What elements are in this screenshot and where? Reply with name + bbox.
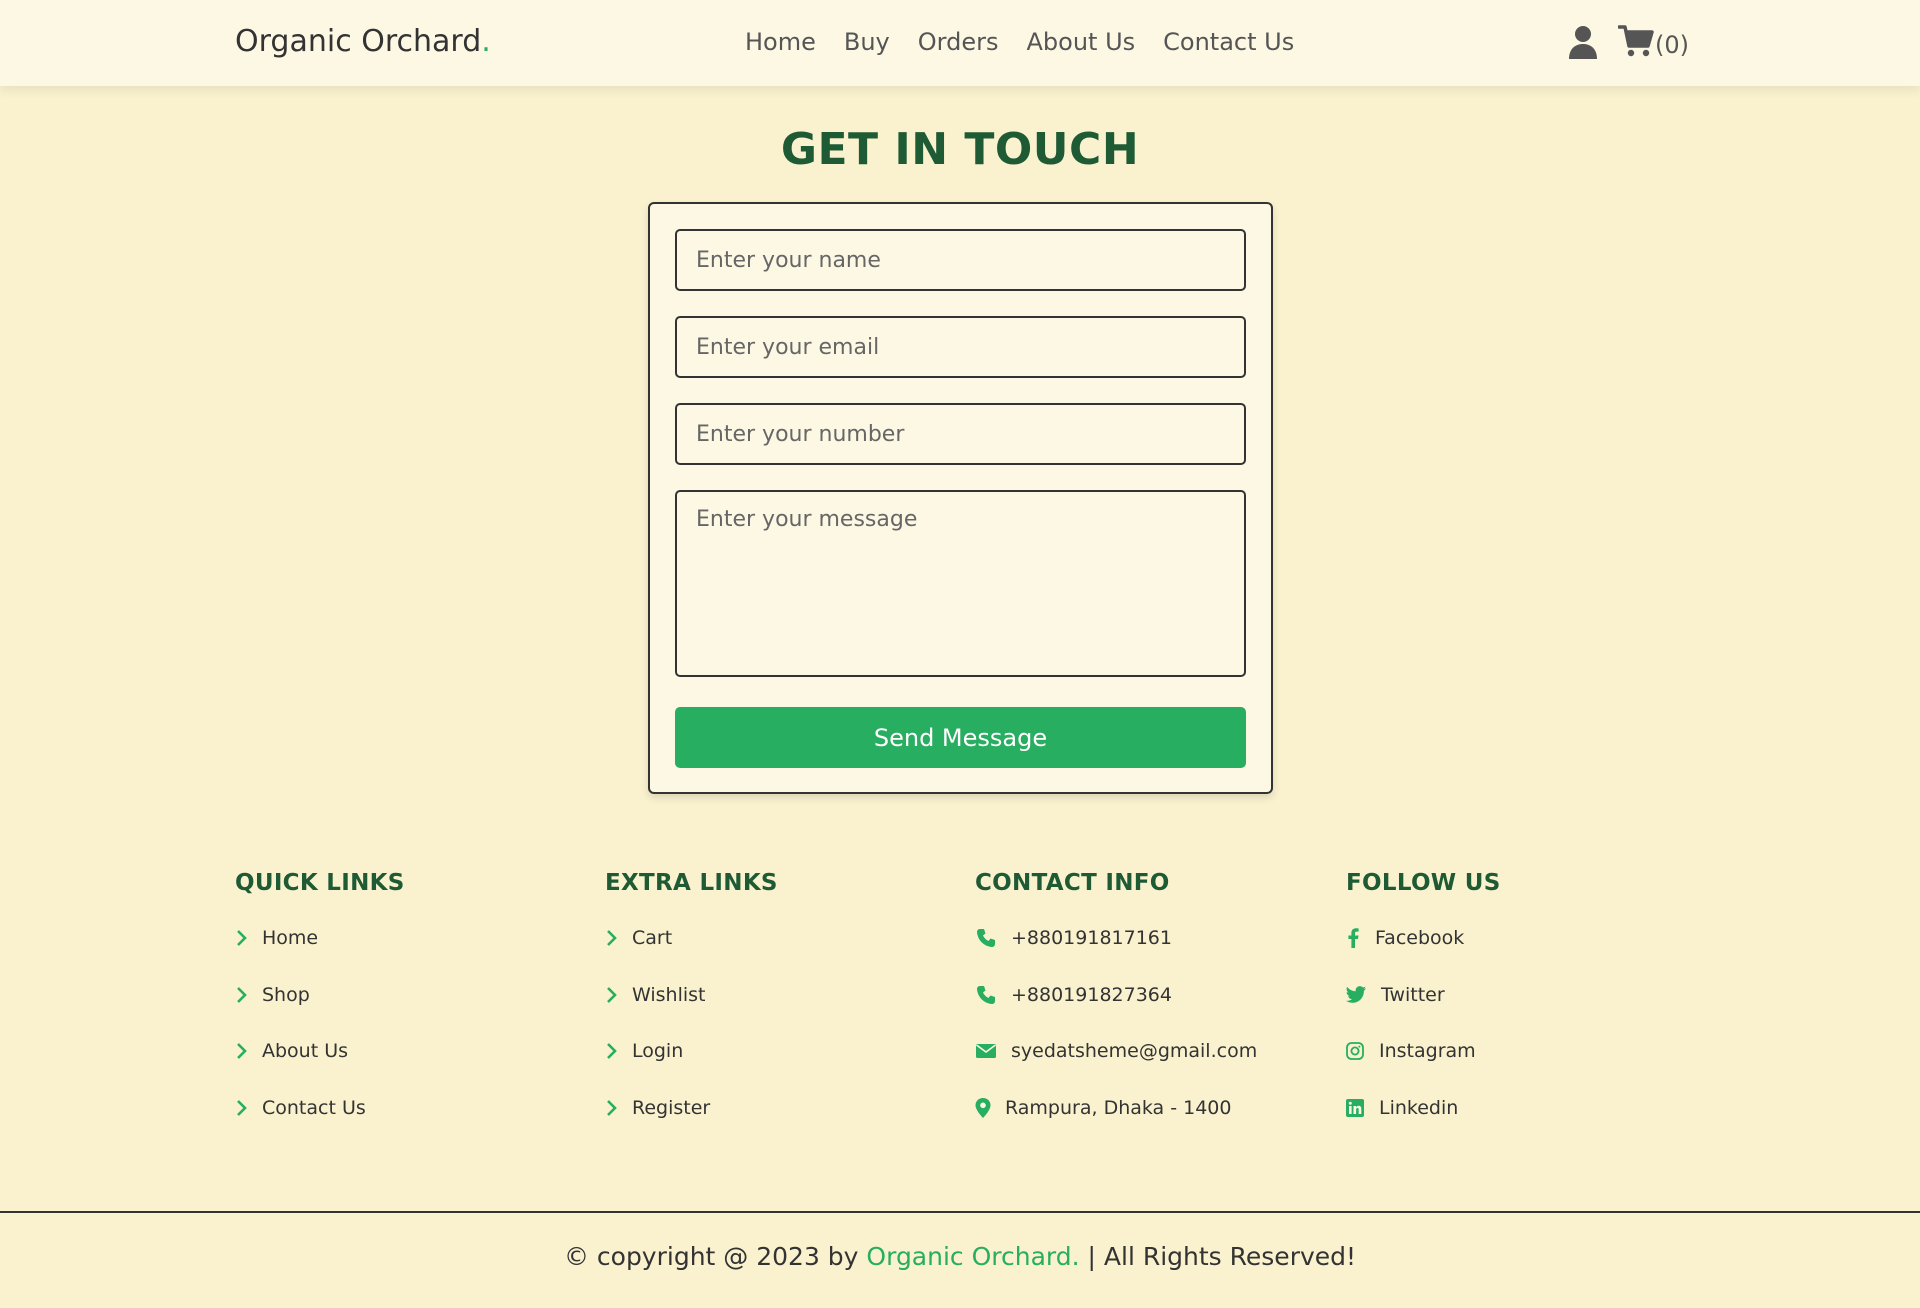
extra-links-section: EXTRA LINKS Cart Wishlist Login Register xyxy=(605,870,945,1150)
credit-brand: Organic Orchard. xyxy=(866,1242,1080,1271)
cart-icon xyxy=(1617,24,1654,62)
quick-link-label: Shop xyxy=(262,983,310,1006)
chevron-right-icon xyxy=(235,1097,249,1119)
facebook-icon xyxy=(1346,927,1360,949)
extra-link-label: Cart xyxy=(632,927,673,949)
quick-links-section: QUICK LINKS Home Shop About Us Contact U… xyxy=(235,870,575,1150)
contact-phone-text: +880191827364 xyxy=(1011,983,1172,1006)
nav-orders[interactable]: Orders xyxy=(918,28,999,56)
chevron-right-icon xyxy=(605,1040,619,1062)
follow-us-title: FOLLOW US xyxy=(1346,870,1501,896)
contact-info-section: CONTACT INFO +880191817161 +880191827364… xyxy=(975,870,1315,1150)
contact-phone-text: +880191817161 xyxy=(1011,927,1172,949)
chevron-right-icon xyxy=(235,1040,249,1062)
quick-link-label: Contact Us xyxy=(262,1096,366,1119)
quick-link-home[interactable]: Home xyxy=(235,924,575,952)
linkedin-icon xyxy=(1346,1097,1364,1119)
extra-link-label: Register xyxy=(632,1096,711,1119)
envelope-icon xyxy=(975,1040,997,1062)
quick-link-about-us[interactable]: About Us xyxy=(235,1037,575,1065)
social-label: Instagram xyxy=(1379,1040,1476,1062)
extra-link-register[interactable]: Register xyxy=(605,1094,945,1122)
contact-address: Rampura, Dhaka - 1400 xyxy=(975,1094,1315,1122)
social-instagram[interactable]: Instagram xyxy=(1346,1037,1686,1065)
logo-text: Organic Orchard xyxy=(235,24,482,59)
logo-dot: . xyxy=(481,24,491,59)
extra-link-label: Wishlist xyxy=(632,983,706,1006)
social-label: Facebook xyxy=(1375,927,1465,949)
email-field[interactable] xyxy=(675,316,1246,378)
nav-about-us[interactable]: About Us xyxy=(1026,28,1135,56)
quick-link-label: About Us xyxy=(262,1040,349,1062)
chevron-right-icon xyxy=(235,984,249,1006)
chevron-right-icon xyxy=(605,984,619,1006)
quick-links-title: QUICK LINKS xyxy=(235,870,405,896)
chevron-right-icon xyxy=(605,927,619,949)
quick-link-contact-us[interactable]: Contact Us xyxy=(235,1094,575,1122)
extra-link-login[interactable]: Login xyxy=(605,1037,945,1065)
social-twitter[interactable]: Twitter xyxy=(1346,981,1686,1009)
phone-icon xyxy=(975,927,997,949)
page-title: GET IN TOUCH xyxy=(780,124,1140,175)
copyright-credit: © copyright @ 2023 by Organic Orchard. |… xyxy=(0,1242,1920,1271)
quick-link-label: Home xyxy=(262,927,319,949)
instagram-icon xyxy=(1346,1040,1364,1062)
social-label: Linkedin xyxy=(1379,1096,1459,1119)
social-linkedin[interactable]: Linkedin xyxy=(1346,1094,1686,1122)
social-facebook[interactable]: Facebook xyxy=(1346,924,1686,952)
nav-home[interactable]: Home xyxy=(745,28,816,56)
credit-suffix: | All Rights Reserved! xyxy=(1079,1242,1357,1271)
contact-email[interactable]: syedatsheme@gmail.com xyxy=(975,1037,1315,1065)
send-message-button[interactable]: Send Message xyxy=(675,707,1246,768)
user-icon[interactable] xyxy=(1568,25,1598,59)
cart-count: (0) xyxy=(1655,31,1689,59)
nav-buy[interactable]: Buy xyxy=(844,28,890,56)
cart-button[interactable]: (0) xyxy=(1617,24,1689,62)
chevron-right-icon xyxy=(605,1097,619,1119)
follow-us-section: FOLLOW US Facebook Twitter Instagram Lin… xyxy=(1346,870,1686,1150)
social-label: Twitter xyxy=(1381,983,1445,1006)
contact-phone-1[interactable]: +880191817161 xyxy=(975,924,1315,952)
main-nav: Home Buy Orders About Us Contact Us xyxy=(745,28,1294,56)
contact-form: Send Message xyxy=(648,202,1273,794)
quick-link-shop[interactable]: Shop xyxy=(235,981,575,1009)
extra-link-cart[interactable]: Cart xyxy=(605,924,945,952)
footer-divider xyxy=(0,1211,1920,1213)
contact-info-title: CONTACT INFO xyxy=(975,870,1170,896)
nav-contact-us[interactable]: Contact Us xyxy=(1163,28,1294,56)
extra-links-title: EXTRA LINKS xyxy=(605,870,778,896)
contact-address-text: Rampura, Dhaka - 1400 xyxy=(1005,1096,1232,1119)
name-field[interactable] xyxy=(675,229,1246,291)
extra-link-wishlist[interactable]: Wishlist xyxy=(605,981,945,1009)
contact-email-text: syedatsheme@gmail.com xyxy=(1011,1040,1258,1062)
contact-phone-2[interactable]: +880191827364 xyxy=(975,981,1315,1009)
phone-icon xyxy=(975,984,997,1006)
number-field[interactable] xyxy=(675,403,1246,465)
twitter-icon xyxy=(1346,984,1366,1006)
map-pin-icon xyxy=(975,1097,991,1119)
credit-prefix: © copyright @ 2023 by xyxy=(563,1242,867,1271)
site-header: Organic Orchard. Home Buy Orders About U… xyxy=(0,0,1920,86)
chevron-right-icon xyxy=(235,927,249,949)
site-logo[interactable]: Organic Orchard. xyxy=(235,24,491,59)
message-field[interactable] xyxy=(675,490,1246,677)
extra-link-label: Login xyxy=(632,1040,684,1062)
